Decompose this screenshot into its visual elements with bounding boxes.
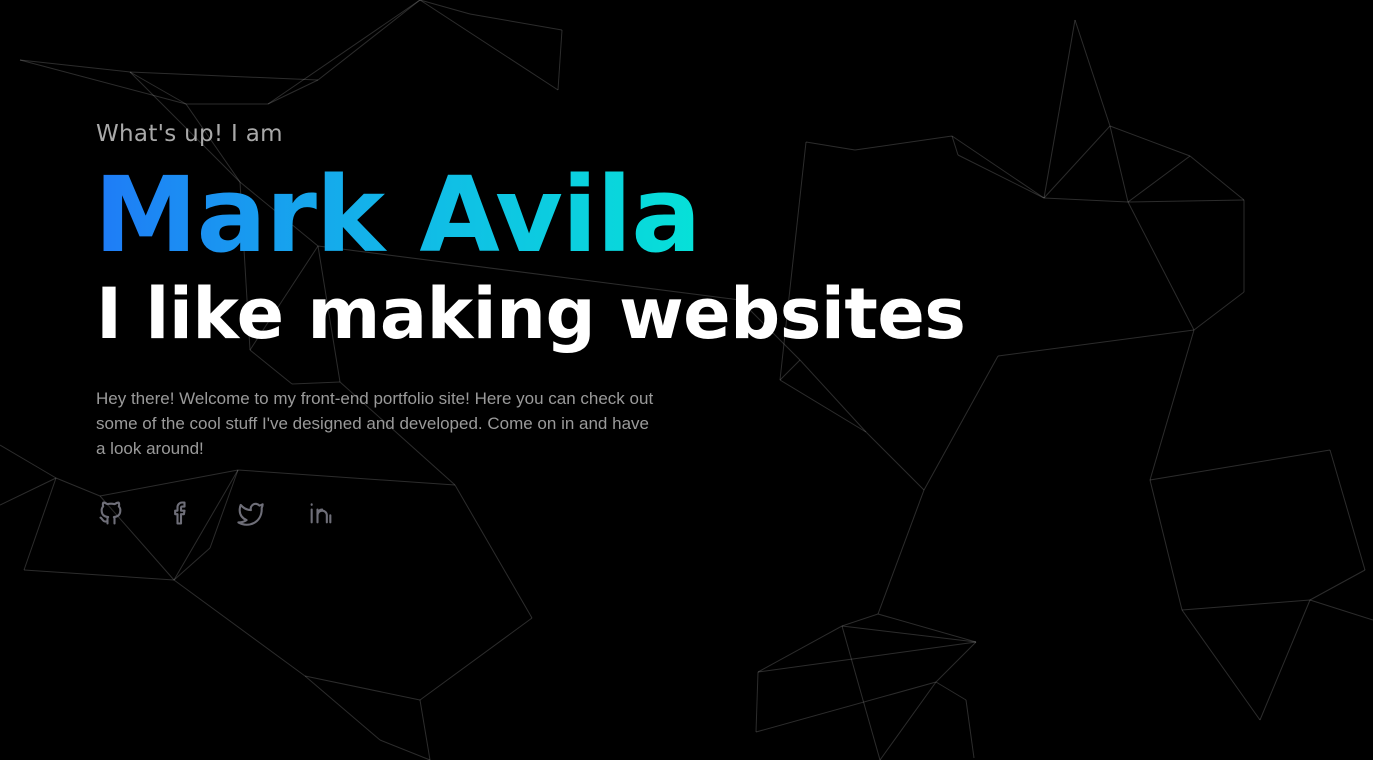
hero-tagline: I like making websites — [96, 273, 966, 355]
network-line — [55, 477, 101, 497]
network-line — [841, 613, 879, 627]
network-line — [173, 579, 306, 677]
network-line — [419, 699, 431, 760]
network-line — [965, 699, 975, 759]
network-line — [1127, 201, 1195, 331]
network-line — [1074, 19, 1111, 127]
twitter-link[interactable] — [237, 499, 265, 527]
hero-name: Mark Avila — [94, 154, 701, 276]
network-line — [379, 739, 431, 760]
network-line — [935, 681, 967, 701]
network-line — [1127, 155, 1191, 203]
network-line — [557, 29, 563, 91]
network-line — [419, 617, 533, 701]
network-line — [317, 0, 421, 81]
intro-paragraph: Hey there! Welcome to my front-end portf… — [96, 389, 654, 458]
network-line — [304, 675, 421, 701]
network-line — [419, 0, 559, 91]
github-icon — [99, 501, 122, 525]
network-line — [1109, 125, 1129, 203]
linkedin-link[interactable] — [307, 499, 335, 527]
network-line — [755, 681, 937, 733]
network-line — [757, 625, 843, 673]
network-line — [1149, 479, 1183, 611]
network-line — [935, 641, 977, 683]
network-line — [469, 13, 563, 31]
linkedin-icon — [310, 503, 332, 524]
network-line — [1189, 155, 1245, 201]
network-line — [267, 0, 421, 105]
twitter-icon — [237, 502, 264, 526]
github-link[interactable] — [97, 499, 125, 527]
network-line — [23, 569, 175, 581]
network-line — [129, 71, 187, 105]
network-line — [19, 59, 187, 105]
network-line — [1149, 449, 1331, 481]
network-line — [1149, 329, 1195, 481]
network-line — [129, 71, 319, 81]
network-line — [755, 671, 759, 733]
network-line — [1181, 609, 1261, 721]
network-line — [1329, 449, 1366, 571]
facebook-icon — [174, 501, 186, 525]
network-line — [1259, 599, 1311, 721]
network-line — [1309, 569, 1366, 601]
social-links — [97, 499, 1096, 527]
network-line — [19, 59, 131, 73]
network-line — [757, 641, 977, 673]
network-line — [173, 547, 211, 581]
network-line — [1309, 599, 1373, 621]
network-line — [267, 79, 319, 105]
network-line — [1109, 125, 1191, 157]
network-line — [1127, 199, 1245, 203]
network-line — [1193, 291, 1245, 331]
network-line — [877, 613, 977, 643]
hero-section: What's up! I am Mark Avila I like making… — [94, 118, 1096, 527]
facebook-link[interactable] — [167, 499, 195, 527]
network-line — [1181, 599, 1311, 611]
network-line — [841, 625, 881, 760]
network-line — [879, 681, 937, 760]
network-line — [23, 477, 57, 571]
network-line — [841, 625, 977, 643]
network-line — [419, 0, 471, 15]
greeting-text: What's up! I am — [96, 121, 283, 147]
network-line — [304, 675, 381, 741]
network-line — [0, 444, 57, 479]
